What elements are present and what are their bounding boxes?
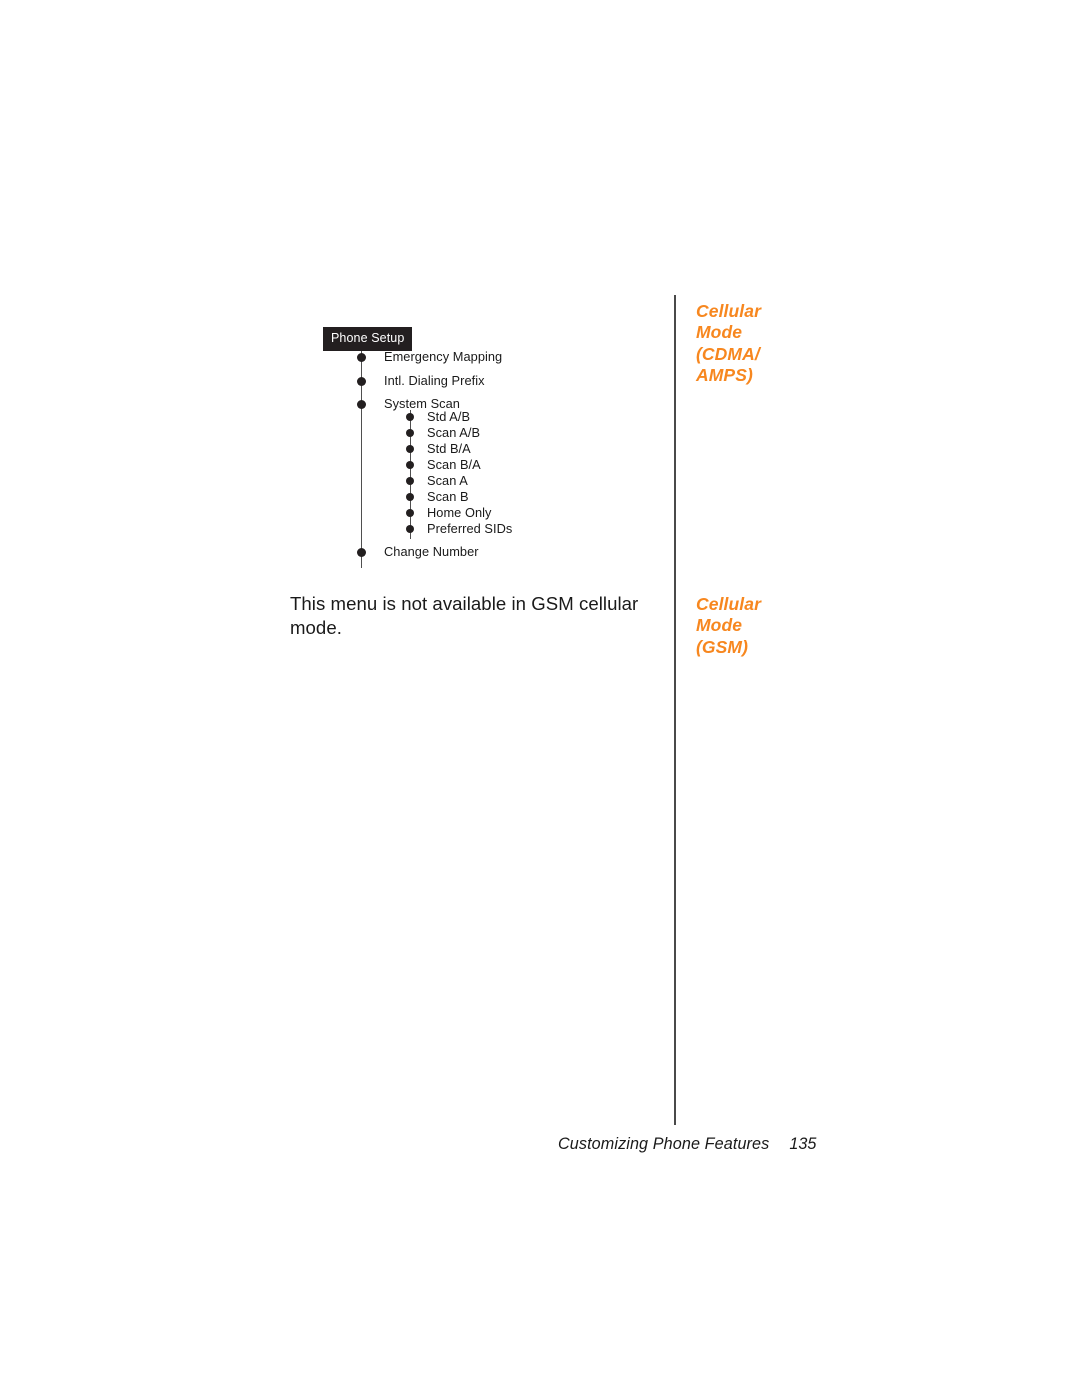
tree-item: Scan B xyxy=(406,489,469,504)
body-paragraph: This menu is not available in GSM cellul… xyxy=(290,593,639,638)
tree-item-label: Preferred SIDs xyxy=(427,521,513,536)
bullet-icon xyxy=(406,445,414,454)
page-footer: Customizing Phone Features 135 xyxy=(558,1136,816,1152)
tree-item: Intl. Dialing Prefix xyxy=(357,373,485,388)
margin-note-cellular-mode-gsm: Cellular Mode (GSM) xyxy=(696,594,896,658)
bullet-icon xyxy=(406,413,414,422)
bullet-icon xyxy=(406,509,414,518)
bullet-icon xyxy=(357,547,366,557)
tree-item-label: Intl. Dialing Prefix xyxy=(384,373,485,388)
bullet-icon xyxy=(357,352,366,362)
tree-item-label: Scan B xyxy=(427,489,469,504)
manual-page: Phone Setup Emergency Mapping Intl. Diali… xyxy=(0,0,1080,1397)
column-divider xyxy=(674,295,676,1125)
tree-item: Scan A/B xyxy=(406,425,481,440)
margin-note-line: Cellular xyxy=(696,594,761,614)
tree-item-label: Home Only xyxy=(427,505,492,520)
margin-note-line: Mode xyxy=(696,322,743,343)
tree-item: Std B/A xyxy=(406,441,471,456)
tree-item-label: Std A/B xyxy=(427,409,471,424)
footer-title: Customizing Phone Features xyxy=(558,1135,770,1153)
bullet-icon xyxy=(406,429,414,438)
margin-note-line: (CDMA/ xyxy=(696,343,760,364)
margin-note-line: AMPS) xyxy=(696,365,753,386)
tree-item-label: Scan B/A xyxy=(427,457,481,472)
margin-note-cellular-mode-cdma-amps: Cellular Mode (CDMA/ AMPS) xyxy=(696,301,896,387)
tree-root-label: Phone Setup xyxy=(323,327,413,351)
tree-item: Scan A xyxy=(406,473,468,488)
tree-item: Emergency Mapping xyxy=(357,349,503,364)
tree-item: Home Only xyxy=(406,505,492,520)
margin-note-line: Mode xyxy=(696,615,743,636)
tree-item: Preferred SIDs xyxy=(406,521,513,536)
tree-item-label: Std B/A xyxy=(427,441,471,456)
tree-item-label: Change Number xyxy=(384,544,479,559)
bullet-icon xyxy=(406,477,414,486)
footer-page-number: 135 xyxy=(789,1135,817,1153)
tree-item: Std A/B xyxy=(406,409,471,424)
tree-item: Scan B/A xyxy=(406,457,481,472)
menu-tree-diagram: Phone Setup Emergency Mapping Intl. Diali… xyxy=(300,318,660,578)
tree-item-label: Scan A/B xyxy=(427,425,481,440)
bullet-icon xyxy=(406,525,414,534)
bullet-icon xyxy=(357,399,366,409)
tree-item-label: Emergency Mapping xyxy=(384,349,503,364)
margin-note-line: Cellular xyxy=(696,301,761,321)
bullet-icon xyxy=(406,493,414,502)
bullet-icon xyxy=(406,461,414,470)
tree-item-label: Scan A xyxy=(427,473,468,488)
tree-item: Change Number xyxy=(357,544,479,559)
bullet-icon xyxy=(357,376,366,386)
margin-note-line: (GSM) xyxy=(696,636,749,657)
